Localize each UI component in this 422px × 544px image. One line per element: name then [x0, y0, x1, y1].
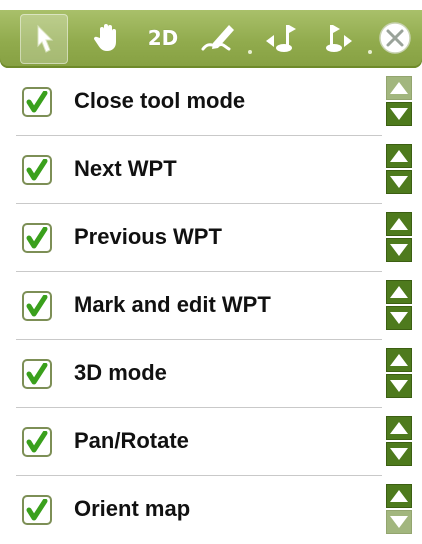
list-item: Previous WPT — [0, 204, 422, 272]
item-checkbox[interactable] — [22, 223, 52, 253]
reorder-controls — [386, 484, 412, 536]
select-tool-button[interactable] — [20, 14, 68, 64]
move-up-button[interactable] — [386, 484, 412, 508]
arrow-down-icon — [390, 108, 408, 120]
reorder-controls — [386, 280, 412, 332]
move-down-button[interactable] — [386, 102, 412, 126]
item-label: 3D mode — [74, 360, 167, 385]
pan-tool-button[interactable] — [84, 14, 130, 62]
move-up-button[interactable] — [386, 280, 412, 304]
item-label: Pan/Rotate — [74, 428, 189, 453]
move-up-button[interactable] — [386, 416, 412, 440]
2d-mode-label: 2D — [147, 26, 179, 50]
list-item: 3D mode — [0, 340, 422, 408]
item-label: Orient map — [74, 496, 191, 521]
item-label: Previous WPT — [74, 224, 222, 249]
item-checkbox[interactable] — [22, 359, 52, 389]
arrow-up-icon — [390, 150, 408, 162]
checkmark-icon — [26, 431, 48, 453]
arrow-up-icon — [390, 354, 408, 366]
checkmark-icon — [26, 295, 48, 317]
next-flag-button[interactable] — [314, 14, 360, 62]
list-item: Mark and edit WPT — [0, 272, 422, 340]
flag-right-icon — [326, 25, 352, 52]
previous-flag-button[interactable] — [258, 14, 304, 62]
list-item: Pan/Rotate — [0, 408, 422, 476]
checkmark-icon — [26, 159, 48, 181]
arrow-down-icon — [390, 312, 408, 324]
arrow-up-icon — [390, 422, 408, 434]
list-item: Next WPT — [0, 136, 422, 204]
close-toolbar-button[interactable] — [372, 14, 418, 62]
move-down-button[interactable] — [386, 238, 412, 262]
item-checkbox[interactable] — [22, 291, 52, 321]
2d-mode-button[interactable]: 2D — [140, 14, 186, 62]
reorder-controls — [386, 416, 412, 468]
reorder-controls — [386, 212, 412, 264]
move-down-button[interactable] — [386, 442, 412, 466]
item-checkbox[interactable] — [22, 427, 52, 457]
select-arrow-icon — [37, 24, 54, 53]
checkmark-icon — [26, 363, 48, 385]
checkmark-icon — [26, 499, 48, 521]
arrow-down-icon — [390, 516, 408, 528]
item-label: Close tool mode — [74, 88, 246, 113]
move-down-button[interactable] — [386, 170, 412, 194]
toolbar: 2D — [0, 10, 422, 68]
pen-draw-icon — [201, 25, 234, 51]
arrow-up-icon — [390, 490, 408, 502]
move-up-button[interactable] — [386, 212, 412, 236]
draw-tool-button[interactable] — [196, 14, 242, 62]
arrow-up-icon — [390, 286, 408, 298]
move-down-button[interactable] — [386, 306, 412, 330]
item-checkbox[interactable] — [22, 87, 52, 117]
arrow-up-icon — [390, 82, 408, 94]
arrow-down-icon — [390, 244, 408, 256]
flag-left-icon — [266, 25, 296, 52]
item-checkbox[interactable] — [22, 155, 52, 185]
list-item: Close tool mode — [0, 68, 422, 136]
move-up-button[interactable] — [386, 348, 412, 372]
list-item: Orient map — [0, 476, 422, 544]
checkmark-icon — [26, 91, 48, 113]
checkmark-icon — [26, 227, 48, 249]
arrow-down-icon — [390, 176, 408, 188]
move-down-button[interactable] — [386, 374, 412, 398]
reorder-controls — [386, 348, 412, 400]
arrow-up-icon — [390, 218, 408, 230]
close-icon — [379, 22, 411, 54]
move-down-button[interactable] — [386, 510, 412, 534]
item-checkbox[interactable] — [22, 495, 52, 525]
toolbar-dot-separator — [248, 50, 252, 54]
hand-pan-icon — [93, 24, 116, 51]
arrow-down-icon — [390, 448, 408, 460]
arrow-down-icon — [390, 380, 408, 392]
move-up-button[interactable] — [386, 144, 412, 168]
reorder-controls — [386, 144, 412, 196]
move-up-button[interactable] — [386, 76, 412, 100]
item-label: Next WPT — [74, 156, 177, 181]
reorder-controls — [386, 76, 412, 128]
item-label: Mark and edit WPT — [74, 292, 271, 317]
